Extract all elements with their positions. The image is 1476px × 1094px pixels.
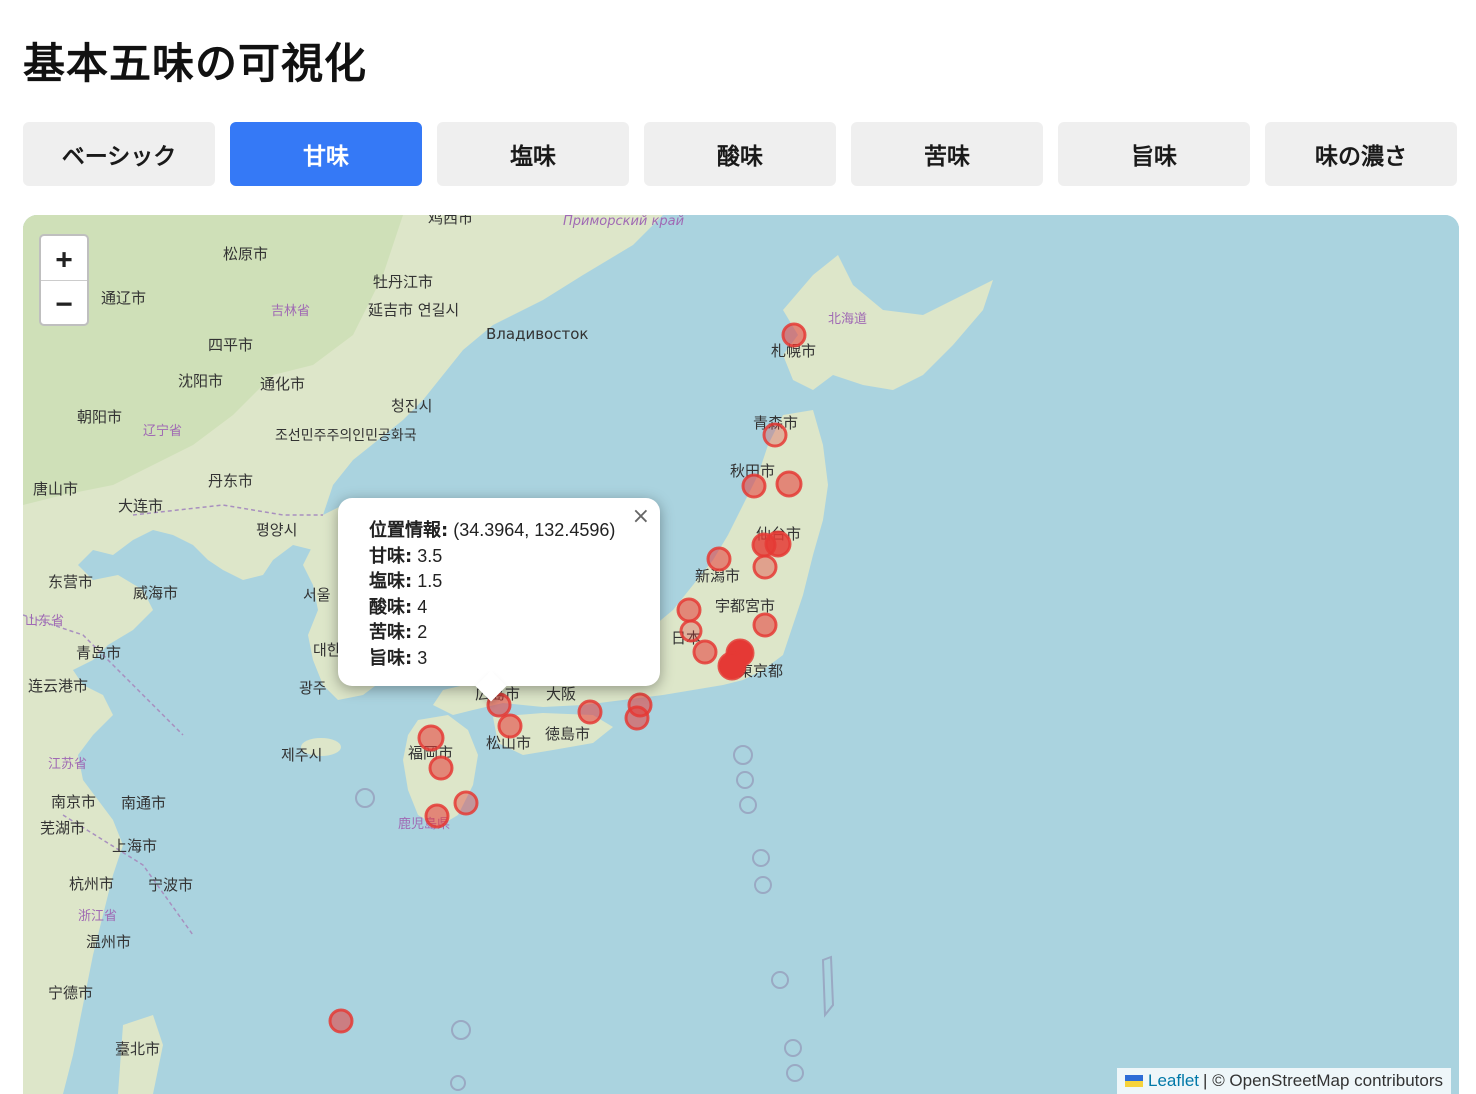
bitter-label: 苦味: (369, 622, 413, 644)
zoom-out-button[interactable]: − (41, 280, 87, 324)
tab-bitter[interactable]: 苦味 (851, 122, 1043, 186)
tab-sweet[interactable]: 甘味 (230, 122, 422, 186)
map-marker[interactable] (764, 530, 792, 558)
page-title: 基本五味の可視化 (23, 39, 368, 88)
map-marker[interactable] (741, 473, 767, 499)
sweet-label: 甘味: (369, 545, 413, 567)
map-marker[interactable] (762, 422, 788, 448)
map-marker[interactable] (624, 705, 650, 731)
map-marker[interactable] (706, 546, 732, 572)
map-attribution: Leaflet | © OpenStreetMap contributors (1116, 1068, 1451, 1094)
map-marker[interactable] (453, 790, 479, 816)
map-marker[interactable] (577, 699, 603, 725)
map-marker[interactable] (752, 612, 778, 638)
sour-label: 酸味: (369, 596, 413, 618)
location-popup: × 位置情報: (34.3964, 132.4596) 甘味: 3.5 塩味: … (338, 498, 660, 702)
map-marker[interactable] (676, 597, 702, 623)
zoom-control: + − (39, 234, 89, 326)
attribution-separator: | (1203, 1071, 1208, 1090)
map-marker[interactable] (428, 755, 454, 781)
zoom-in-button[interactable]: + (41, 236, 87, 280)
map-marker[interactable] (417, 724, 445, 752)
map-marker[interactable] (692, 639, 718, 665)
salty-label: 塩味: (369, 571, 413, 593)
map-marker[interactable] (497, 713, 523, 739)
tab-basic[interactable]: ベーシック (23, 122, 215, 186)
map-container[interactable]: 松原市 通辽市 吉林省 牡丹江市 延吉市 연길시 Владивосток При… (23, 215, 1459, 1094)
osm-attribution: © OpenStreetMap contributors (1212, 1071, 1443, 1090)
umami-label: 旨味: (369, 647, 413, 669)
close-icon[interactable]: × (632, 504, 650, 529)
map-marker[interactable] (424, 803, 450, 829)
map-marker[interactable] (775, 470, 803, 498)
tab-salty[interactable]: 塩味 (437, 122, 629, 186)
popup-content: 位置情報: (34.3964, 132.4596) 甘味: 3.5 塩味: 1.… (369, 518, 615, 672)
map-marker[interactable] (781, 322, 807, 348)
ukraine-flag-icon (1124, 1075, 1143, 1087)
map-marker[interactable] (752, 554, 778, 580)
location-label: 位置情報: (369, 520, 449, 541)
bitter-value: 2 (417, 622, 428, 643)
salty-value: 1.5 (417, 571, 443, 592)
marker-layer (328, 322, 807, 1034)
tab-umami[interactable]: 旨味 (1058, 122, 1250, 186)
sour-value: 4 (417, 596, 428, 617)
taste-tabs: ベーシック 甘味 塩味 酸味 苦味 旨味 味の濃さ (23, 122, 1459, 186)
location-value: (34.3964, 132.4596) (453, 520, 616, 540)
map-marker[interactable] (717, 651, 747, 681)
tab-sour[interactable]: 酸味 (644, 122, 836, 186)
sweet-value: 3.5 (417, 545, 443, 566)
map-marker[interactable] (328, 1008, 354, 1034)
map-marker[interactable] (679, 619, 703, 643)
leaflet-link[interactable]: Leaflet (1148, 1071, 1199, 1091)
tab-richness[interactable]: 味の濃さ (1265, 122, 1457, 186)
umami-value: 3 (417, 647, 428, 668)
